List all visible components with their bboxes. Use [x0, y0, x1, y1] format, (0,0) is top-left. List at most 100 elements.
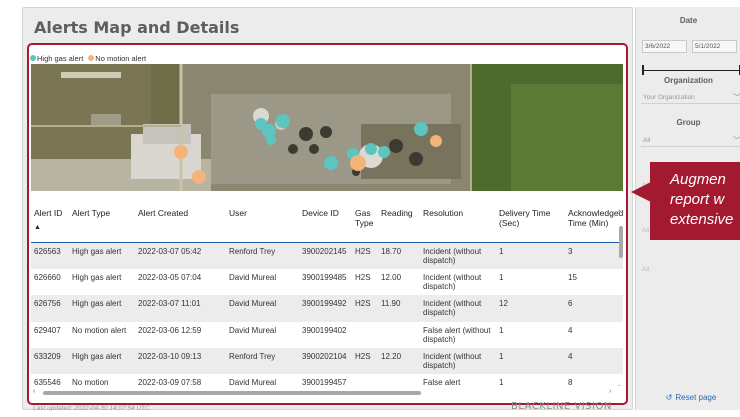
date-end-input[interactable]: 5/1/2022	[692, 40, 737, 53]
cell-user: Renford Trey	[226, 242, 299, 269]
cell-user: David Mureal	[226, 268, 299, 296]
cell-acknowledged-time: 4	[565, 321, 623, 348]
date-range-slider[interactable]	[643, 70, 740, 71]
cell-alert-created: 2022-03-06 12:59	[135, 321, 226, 348]
organization-select[interactable]: Your Organization ﹀	[641, 91, 740, 104]
table-row[interactable]: 626563 High gas alert 2022-03-07 05:42 R…	[31, 242, 623, 269]
group-select[interactable]: All ﹀	[641, 134, 740, 147]
column-header-alert-id[interactable]: Alert ID ▲	[31, 202, 69, 243]
cell-alert-created: 2022-03-07 05:42	[135, 242, 226, 269]
cell-acknowledged-time: 15	[565, 268, 623, 296]
legend-dot-icon	[30, 55, 36, 61]
cell-acknowledged-time: 4	[565, 348, 623, 375]
dashboard-canvas: Alerts Map and Details High gas alert No…	[0, 0, 740, 417]
cell-gas-type: H2S	[352, 268, 378, 296]
alerts-table[interactable]: Alert ID ▲ Alert Type Alert Created User …	[31, 202, 623, 398]
cell-reading: 11.90	[378, 295, 420, 322]
panel-title: Alerts Map and Details	[34, 18, 240, 37]
cell-reading: 12.00	[378, 268, 420, 296]
table-horizontal-scrollbar[interactable]: ‹ ›	[33, 388, 617, 396]
table-header-row: Alert ID ▲ Alert Type Alert Created User …	[31, 202, 623, 243]
scroll-down-icon[interactable]: ˇ	[618, 386, 620, 392]
date-start-input[interactable]: 3/6/2022	[642, 40, 687, 53]
table-row[interactable]: 626660 High gas alert 2022-03-05 07:04 D…	[31, 268, 623, 296]
cell-gas-type: H2S	[352, 295, 378, 322]
cell-reading: 18.70	[378, 242, 420, 269]
callout-line: extensive	[670, 211, 734, 228]
brand-logo-text: BLACKLINE VISION	[511, 401, 612, 412]
reset-button-label: Reset page	[675, 392, 717, 402]
table-row[interactable]: 629407 No motion alert 2022-03-06 12:59 …	[31, 321, 623, 348]
scroll-right-icon[interactable]: ›	[609, 388, 611, 395]
last-updated-text: Last updated: 2022-04-30 14:07:54 UTC	[33, 405, 150, 412]
table-row[interactable]: 626756 High gas alert 2022-03-07 11:01 D…	[31, 295, 623, 322]
cell-resolution: Incident (without dispatch)	[420, 295, 496, 322]
cell-device-id: 3900199402	[299, 321, 352, 348]
cell-acknowledged-time: 3	[565, 242, 623, 269]
cell-reading	[378, 321, 420, 348]
cell-resolution: Incident (without dispatch)	[420, 242, 496, 269]
cell-resolution: Incident (without dispatch)	[420, 348, 496, 375]
column-header-reading[interactable]: Reading	[378, 202, 420, 243]
cell-alert-type: High gas alert	[69, 295, 135, 322]
cell-alert-created: 2022-03-10 09:13	[135, 348, 226, 375]
legend-item-high-gas[interactable]: High gas alert	[30, 54, 83, 63]
column-header-alert-created[interactable]: Alert Created	[135, 202, 226, 243]
cell-delivery-time: 1	[496, 242, 565, 269]
group-filter-label: Group	[676, 118, 701, 127]
cell-alert-id: 626756	[31, 295, 69, 322]
cell-delivery-time: 1	[496, 348, 565, 375]
cell-alert-id: 626660	[31, 268, 69, 296]
table-vertical-scrollbar[interactable]: ^ ˇ	[618, 210, 623, 392]
callout-line: Augmen	[670, 171, 726, 188]
ghost-filter-value: All	[642, 227, 650, 234]
cell-alert-type: High gas alert	[69, 242, 135, 269]
augment-callout: Augmen report w extensive	[650, 162, 740, 240]
cell-gas-type: H2S	[352, 348, 378, 375]
cell-gas-type	[352, 321, 378, 348]
date-slider-start-handle[interactable]	[642, 65, 644, 75]
column-header-user[interactable]: User	[226, 202, 299, 243]
cell-delivery-time: 12	[496, 295, 565, 322]
alerts-map[interactable]	[31, 64, 623, 191]
sort-ascending-icon: ▲	[34, 224, 41, 231]
scroll-up-icon[interactable]: ^	[618, 210, 621, 216]
column-header-acknowledged-time[interactable]: Acknowledged Time (Min)	[565, 202, 623, 243]
date-filter-label: Date	[679, 16, 698, 25]
chevron-down-icon: ﹀	[733, 135, 740, 146]
cell-resolution: False alert (without dispatch)	[420, 321, 496, 348]
cell-user: Renford Trey	[226, 348, 299, 375]
column-header-resolution[interactable]: Resolution	[420, 202, 496, 243]
legend-label: No motion alert	[95, 53, 147, 63]
cell-alert-id: 633209	[31, 348, 69, 375]
column-header-delivery-time[interactable]: Delivery Time (Sec)	[496, 202, 565, 243]
cell-alert-id: 629407	[31, 321, 69, 348]
scrollbar-thumb[interactable]	[619, 226, 623, 258]
cell-user: David Mureal	[226, 321, 299, 348]
legend-label: High gas alert	[37, 53, 84, 63]
scroll-left-icon[interactable]: ‹	[33, 388, 35, 395]
cell-alert-created: 2022-03-05 07:04	[135, 268, 226, 296]
satellite-map-image	[31, 64, 623, 191]
cell-alert-type: No motion alert	[69, 321, 135, 348]
cell-user: David Mureal	[226, 295, 299, 322]
column-header-alert-type[interactable]: Alert Type	[69, 202, 135, 243]
legend-item-no-motion[interactable]: No motion alert	[88, 54, 146, 63]
scrollbar-thumb[interactable]	[43, 391, 421, 395]
cell-device-id: 3900202104	[299, 348, 352, 375]
table-row[interactable]: 633209 High gas alert 2022-03-10 09:13 R…	[31, 348, 623, 375]
chevron-down-icon: ﹀	[733, 92, 740, 103]
reset-page-button[interactable]: ↺ Reset page	[651, 387, 731, 407]
column-header-gas-type[interactable]: Gas Type	[352, 202, 378, 243]
organization-selected-value: Your Organization	[643, 94, 695, 101]
cell-alert-type: High gas alert	[69, 348, 135, 375]
callout-line: report w	[670, 191, 725, 208]
column-header-device-id[interactable]: Device ID	[299, 202, 352, 243]
cell-alert-created: 2022-03-07 11:01	[135, 295, 226, 322]
cell-resolution: Incident (without dispatch)	[420, 268, 496, 296]
cell-gas-type: H2S	[352, 242, 378, 269]
cell-delivery-time: 1	[496, 321, 565, 348]
cell-device-id: 3900199485	[299, 268, 352, 296]
legend-dot-icon	[88, 55, 95, 61]
organization-filter-label: Organization	[664, 76, 713, 85]
